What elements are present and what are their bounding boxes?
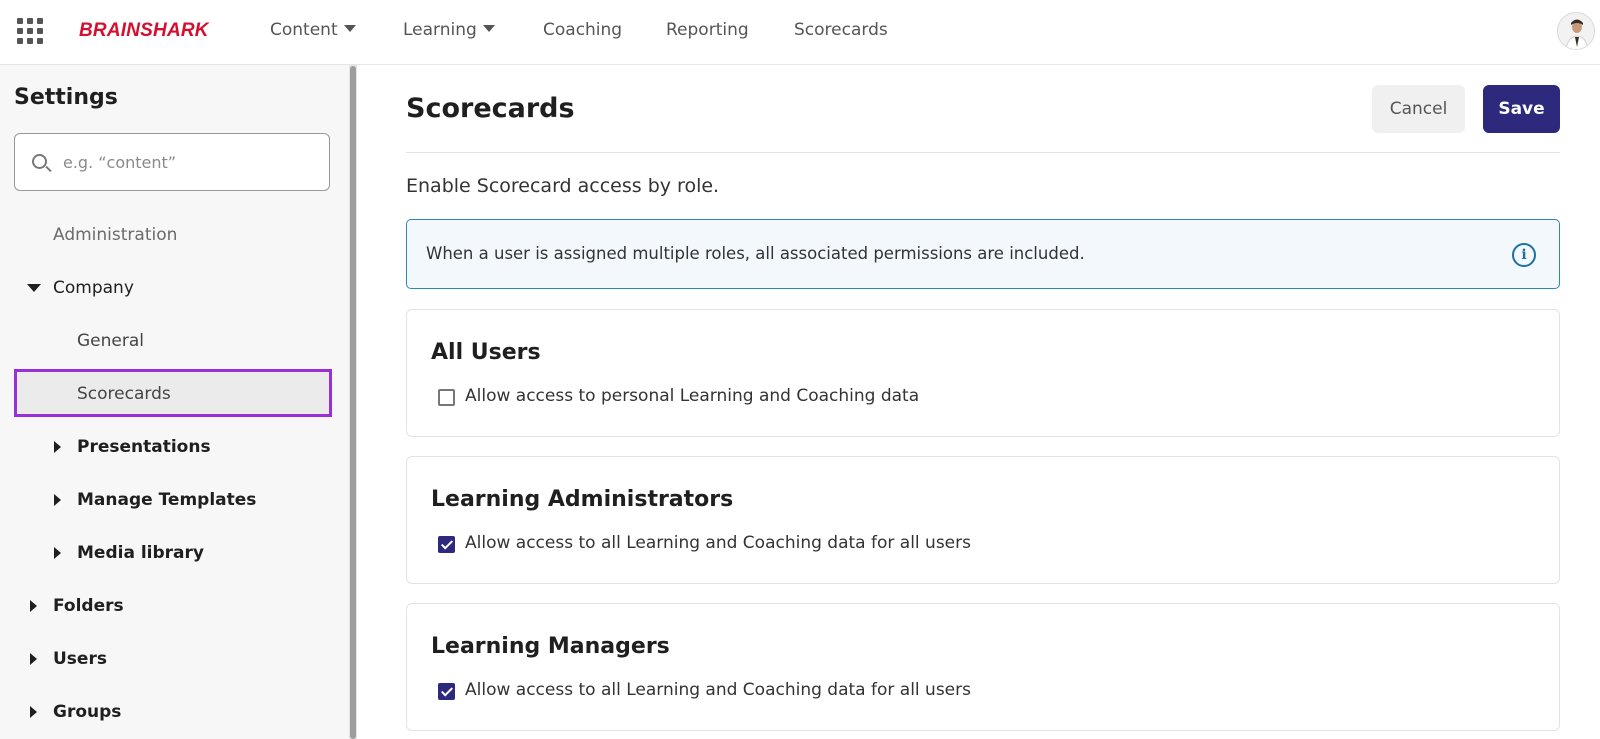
sidebar-item-scorecards[interactable]: Scorecards: [77, 384, 171, 404]
nav-learning-label: Learning: [403, 20, 477, 40]
role-title: All Users: [431, 340, 541, 365]
sidebar-item-general[interactable]: General: [77, 331, 144, 351]
search-icon: [32, 154, 47, 169]
page-title: Scorecards: [406, 93, 575, 124]
caret-right-icon[interactable]: [54, 441, 61, 453]
header-divider: [406, 152, 1560, 153]
role-card-all-users: All Users Allow access to personal Learn…: [406, 309, 1560, 437]
nav-coaching[interactable]: Coaching: [543, 20, 622, 40]
sidebar-scrollbar-thumb[interactable]: [350, 66, 356, 739]
caret-right-icon[interactable]: [30, 706, 37, 718]
permission-label[interactable]: Allow access to all Learning and Coachin…: [465, 680, 971, 700]
nav-content[interactable]: Content: [270, 20, 356, 40]
info-icon[interactable]: i: [1512, 243, 1536, 267]
caret-right-icon[interactable]: [30, 653, 37, 665]
permission-label[interactable]: Allow access to all Learning and Coachin…: [465, 533, 971, 553]
nav-reporting[interactable]: Reporting: [666, 20, 749, 40]
top-bar: BRAINSHARK Content Learning Coaching Rep…: [0, 0, 1600, 65]
apps-grid-icon[interactable]: [17, 18, 43, 44]
page-subtitle: Enable Scorecard access by role.: [406, 175, 720, 197]
sidebar-item-media-library[interactable]: Media library: [77, 543, 204, 563]
caret-right-icon[interactable]: [54, 547, 61, 559]
caret-down-icon[interactable]: [27, 284, 41, 292]
sidebar-item-presentations[interactable]: Presentations: [77, 437, 211, 457]
sidebar-item-users[interactable]: Users: [53, 649, 107, 669]
sidebar-item-administration[interactable]: Administration: [53, 225, 177, 245]
caret-right-icon[interactable]: [54, 494, 61, 506]
brainshark-logo[interactable]: BRAINSHARK: [79, 20, 209, 42]
caret-right-icon[interactable]: [30, 600, 37, 612]
role-card-learning-administrators: Learning Administrators Allow access to …: [406, 456, 1560, 584]
nav-reporting-label: Reporting: [666, 20, 749, 40]
settings-search[interactable]: [14, 133, 330, 191]
role-card-learning-managers: Learning Managers Allow access to all Le…: [406, 603, 1560, 731]
sidebar-item-company[interactable]: Company: [53, 278, 134, 298]
role-title: Learning Administrators: [431, 487, 734, 512]
person-avatar-icon: [1558, 13, 1594, 49]
sidebar-item-scorecards-selected[interactable]: [14, 369, 332, 417]
cancel-button[interactable]: Cancel: [1372, 85, 1465, 133]
caret-down-icon: [343, 25, 356, 32]
nav-learning[interactable]: Learning: [403, 20, 495, 40]
nav-scorecards-label: Scorecards: [794, 20, 888, 40]
settings-title: Settings: [14, 85, 118, 110]
sidebar-item-groups[interactable]: Groups: [53, 702, 121, 722]
search-input[interactable]: [63, 150, 313, 174]
info-banner: When a user is assigned multiple roles, …: [406, 219, 1560, 289]
sidebar-item-manage-templates[interactable]: Manage Templates: [77, 490, 256, 510]
permission-label[interactable]: Allow access to personal Learning and Co…: [465, 386, 919, 406]
save-button[interactable]: Save: [1483, 85, 1560, 133]
nav-content-label: Content: [270, 20, 338, 40]
sidebar-item-folders[interactable]: Folders: [53, 596, 124, 616]
role-title: Learning Managers: [431, 634, 670, 659]
nav-coaching-label: Coaching: [543, 20, 623, 40]
caret-down-icon: [482, 25, 495, 32]
permission-checkbox[interactable]: [438, 389, 455, 406]
permission-checkbox[interactable]: [438, 536, 455, 553]
nav-scorecards[interactable]: Scorecards: [794, 20, 888, 40]
user-avatar[interactable]: [1557, 12, 1595, 50]
permission-checkbox[interactable]: [438, 683, 455, 700]
info-banner-text: When a user is assigned multiple roles, …: [426, 244, 1085, 263]
